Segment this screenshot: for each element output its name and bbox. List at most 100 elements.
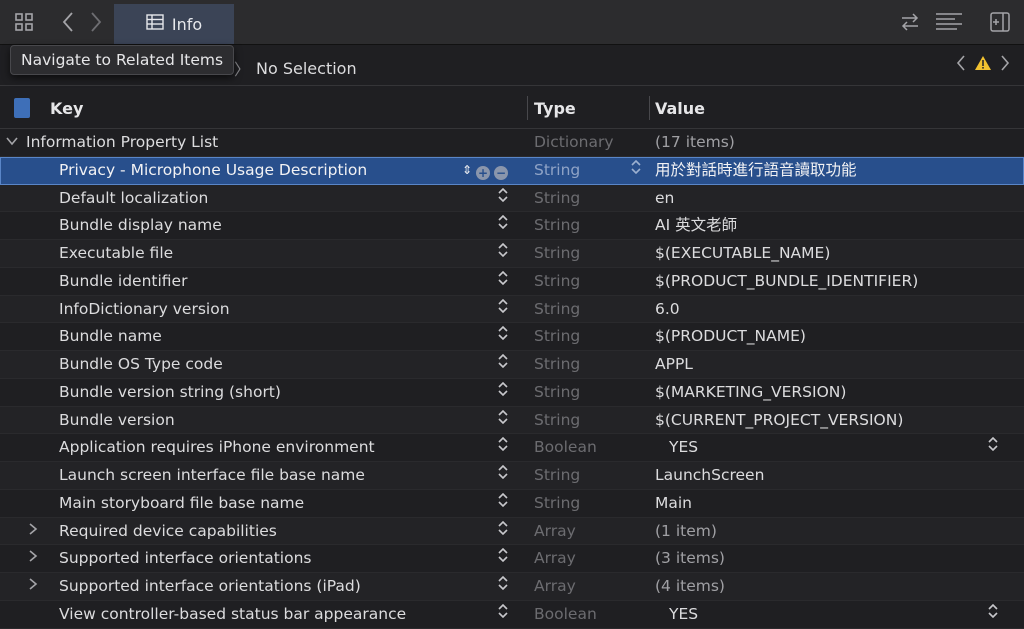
row-type[interactable]: String <box>534 490 580 517</box>
key-stepper-icon[interactable] <box>498 185 508 212</box>
row-type[interactable]: String <box>534 379 580 406</box>
row-key[interactable]: Main storyboard file base name <box>59 490 304 517</box>
key-stepper-icon[interactable] <box>498 490 508 517</box>
row-value[interactable]: APPL <box>655 351 693 378</box>
row-value[interactable]: $(CURRENT_PROJECT_VERSION) <box>655 407 903 434</box>
row-type[interactable]: Boolean <box>534 434 597 461</box>
row-value[interactable]: (1 item) <box>655 518 717 545</box>
row-value[interactable]: $(MARKETING_VERSION) <box>655 379 846 406</box>
row-type[interactable]: String <box>534 323 580 350</box>
row-key[interactable]: Launch screen interface file base name <box>59 462 365 489</box>
row-key[interactable]: InfoDictionary version <box>59 296 230 323</box>
property-row[interactable]: Bundle name String $(PRODUCT_NAME) <box>0 323 1024 351</box>
tab-info[interactable]: Info <box>114 4 234 44</box>
key-stepper-icon[interactable] <box>498 351 508 378</box>
row-value[interactable]: Main <box>655 490 692 517</box>
property-row[interactable]: Executable file String $(EXECUTABLE_NAME) <box>0 240 1024 268</box>
add-row-icon[interactable]: + <box>476 166 491 181</box>
row-type[interactable]: String <box>534 296 580 323</box>
lines-icon[interactable] <box>934 10 964 34</box>
row-value[interactable]: (4 items) <box>655 573 725 600</box>
row-type[interactable]: Array <box>534 518 576 545</box>
row-key[interactable]: Supported interface orientations <box>59 545 312 572</box>
row-key[interactable]: Executable file <box>59 240 173 267</box>
chevron-right-icon[interactable] <box>28 573 38 600</box>
column-type[interactable]: Type <box>534 99 576 118</box>
row-type[interactable]: String <box>534 157 580 184</box>
row-key[interactable]: Application requires iPhone environment <box>59 434 375 461</box>
row-value[interactable]: $(EXECUTABLE_NAME) <box>655 240 830 267</box>
row-key[interactable]: Privacy - Microphone Usage Description <box>59 157 367 184</box>
chevron-down-icon[interactable] <box>6 129 18 156</box>
key-stepper-icon[interactable]: ⇕ <box>462 157 472 184</box>
property-row[interactable]: Privacy - Microphone Usage Description ⇕ +… <box>0 156 1024 185</box>
warning-icon[interactable] <box>974 55 992 75</box>
row-value[interactable]: LaunchScreen <box>655 462 764 489</box>
property-row[interactable]: View controller-based status bar appeara… <box>0 601 1024 629</box>
key-stepper-icon[interactable] <box>498 379 508 406</box>
row-type[interactable]: String <box>534 212 580 239</box>
chevron-right-icon[interactable] <box>28 545 38 572</box>
row-key[interactable]: View controller-based status bar appeara… <box>59 601 406 628</box>
column-value[interactable]: Value <box>655 99 705 118</box>
row-key[interactable]: Bundle OS Type code <box>59 351 223 378</box>
row-value[interactable]: AI 英文老師 <box>655 212 737 239</box>
type-stepper-icon[interactable] <box>631 157 641 184</box>
key-stepper-icon[interactable] <box>498 407 508 434</box>
row-key[interactable]: Bundle name <box>59 323 162 350</box>
property-row[interactable]: Supported interface orientations (iPad) A… <box>0 573 1024 601</box>
row-value[interactable]: (3 items) <box>655 545 725 572</box>
key-stepper-icon[interactable] <box>498 573 508 600</box>
row-type[interactable]: String <box>534 351 580 378</box>
row-key[interactable]: Bundle display name <box>59 212 222 239</box>
row-type[interactable]: String <box>534 268 580 295</box>
key-stepper-icon[interactable] <box>498 545 508 572</box>
row-value[interactable]: 用於對話時進行語音讀取功能 <box>655 157 857 184</box>
next-issue-icon[interactable] <box>1000 55 1010 75</box>
key-stepper-icon[interactable] <box>498 212 508 239</box>
row-key[interactable]: Required device capabilities <box>59 518 277 545</box>
previous-issue-icon[interactable] <box>956 55 966 75</box>
row-key[interactable]: Bundle version <box>59 407 175 434</box>
key-stepper-icon[interactable] <box>498 434 508 461</box>
jump-bar-path[interactable]: 〉 No Selection <box>234 56 357 80</box>
key-stepper-icon[interactable] <box>498 601 508 628</box>
key-stepper-icon[interactable] <box>498 296 508 323</box>
row-type[interactable]: String <box>534 462 580 489</box>
forward-icon[interactable] <box>84 10 108 34</box>
row-key[interactable]: Default localization <box>59 185 208 212</box>
back-icon[interactable] <box>56 10 80 34</box>
property-row[interactable]: Supported interface orientations Array (3 … <box>0 545 1024 573</box>
row-type[interactable]: String <box>534 240 580 267</box>
property-row[interactable]: Default localization String en <box>0 184 1024 213</box>
row-value[interactable]: en <box>655 185 674 212</box>
property-row[interactable]: Bundle identifier String $(PRODUCT_BUNDLE_… <box>0 268 1024 296</box>
key-stepper-icon[interactable] <box>498 518 508 545</box>
row-type[interactable]: Array <box>534 573 576 600</box>
row-type[interactable]: Array <box>534 545 576 572</box>
row-value[interactable]: YES <box>669 601 698 628</box>
property-row[interactable]: Bundle version String $(CURRENT_PROJECT_VE… <box>0 406 1024 435</box>
column-divider[interactable] <box>527 96 528 120</box>
row-key[interactable]: Bundle version string (short) <box>59 379 281 406</box>
property-row[interactable]: Bundle version string (short) String $(MAR… <box>0 379 1024 407</box>
property-row[interactable]: Required device capabilities Array (1 item… <box>0 517 1024 546</box>
row-key[interactable]: Supported interface orientations (iPad) <box>59 573 361 600</box>
property-row[interactable]: Application requires iPhone environment B… <box>0 434 1024 462</box>
value-popup-icon[interactable] <box>988 434 998 461</box>
key-stepper-icon[interactable] <box>498 462 508 489</box>
property-row[interactable]: Bundle display name String AI 英文老師 <box>0 212 1024 240</box>
key-stepper-icon[interactable] <box>498 323 508 350</box>
inspector-icon[interactable] <box>988 10 1012 34</box>
swap-icon[interactable] <box>898 10 922 34</box>
column-key[interactable]: Key <box>50 99 83 118</box>
row-type[interactable]: String <box>534 185 580 212</box>
value-popup-icon[interactable] <box>988 601 998 628</box>
root-row[interactable]: Information Property List Dictionary (17… <box>0 129 1024 157</box>
row-type[interactable]: String <box>534 407 580 434</box>
remove-row-icon[interactable]: − <box>494 166 509 181</box>
property-row[interactable]: Bundle OS Type code String APPL <box>0 351 1024 379</box>
chevron-right-icon[interactable] <box>28 518 38 545</box>
row-value[interactable]: 6.0 <box>655 296 680 323</box>
key-stepper-icon[interactable] <box>498 268 508 295</box>
